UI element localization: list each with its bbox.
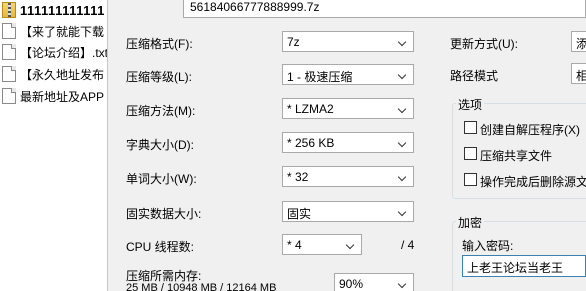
sfx-label: 创建自解压程序(X) bbox=[480, 123, 580, 137]
chevron-down-icon bbox=[346, 238, 356, 250]
file-name: 最新地址及APP bbox=[20, 89, 105, 104]
path-mode-select[interactable]: 相 bbox=[571, 63, 586, 84]
word-label: 单词大小(W): bbox=[126, 172, 197, 186]
file-explorer-panel: 111111111111 【来了就能下载 【论坛介绍】.txt 【永久地址发布 … bbox=[0, 0, 108, 291]
list-item[interactable]: 111111111111 bbox=[0, 0, 107, 20]
chevron-down-icon bbox=[398, 170, 408, 182]
chevron-down-icon bbox=[398, 68, 408, 80]
shared-checkbox[interactable] bbox=[464, 147, 477, 160]
cpu-max: / 4 bbox=[401, 238, 415, 252]
method-select[interactable]: * LZMA2 bbox=[282, 98, 414, 119]
list-item[interactable]: 最新地址及APP bbox=[0, 86, 107, 106]
solid-select[interactable]: 固实 bbox=[282, 201, 414, 222]
archive-icon bbox=[2, 2, 16, 18]
format-label: 压缩格式(F): bbox=[126, 37, 193, 51]
update-mode-label: 更新方式(U): bbox=[450, 37, 518, 51]
update-mode-select[interactable]: 添 bbox=[571, 31, 586, 52]
memory-percent-value: 90% bbox=[339, 277, 364, 291]
path-mode-value: 相 bbox=[576, 69, 586, 83]
cpu-label: CPU 线程数: bbox=[126, 240, 195, 254]
chevron-down-icon bbox=[398, 136, 408, 148]
archive-name-field[interactable]: 56184066777888999.7z bbox=[183, 0, 586, 18]
shared-label: 压缩共享文件 bbox=[480, 149, 553, 163]
path-mode-label: 路径模式 bbox=[450, 69, 499, 83]
file-name: 【来了就能下载 bbox=[20, 24, 105, 39]
delete-after-checkbox[interactable] bbox=[464, 173, 477, 186]
document-icon bbox=[2, 23, 16, 39]
list-item[interactable]: 【来了就能下载 bbox=[0, 21, 107, 41]
update-mode-value: 添 bbox=[576, 37, 586, 51]
format-value: 7z bbox=[287, 35, 300, 49]
chevron-down-icon bbox=[398, 277, 408, 289]
file-name: 【永久地址发布 bbox=[20, 67, 105, 82]
chevron-down-icon bbox=[398, 35, 408, 47]
level-value: 1 - 极速压缩 bbox=[287, 70, 353, 84]
delete-after-label: 操作完成后删除源文 bbox=[480, 175, 586, 189]
add-to-archive-dialog: 56184066777888999.7z 压缩格式(F): 7z 压缩等级(L)… bbox=[109, 0, 586, 291]
chevron-down-icon bbox=[398, 205, 408, 217]
solid-label: 固实数据大小: bbox=[126, 207, 202, 221]
method-label: 压缩方法(M): bbox=[126, 104, 196, 118]
method-value: * LZMA2 bbox=[287, 102, 334, 116]
level-label: 压缩等级(L): bbox=[126, 70, 193, 84]
memory-detail: 25 MB / 10948 MB / 12164 MB bbox=[126, 282, 277, 291]
dict-value: * 256 KB bbox=[287, 136, 335, 150]
list-item[interactable]: 【永久地址发布 bbox=[0, 64, 107, 84]
list-item[interactable]: 【论坛介绍】.txt bbox=[0, 42, 108, 62]
cpu-value: * 4 bbox=[287, 238, 302, 252]
level-select[interactable]: 1 - 极速压缩 bbox=[282, 64, 414, 85]
options-title: 选项 bbox=[456, 96, 485, 113]
dict-select[interactable]: * 256 KB bbox=[282, 132, 414, 153]
document-icon bbox=[2, 44, 16, 60]
memory-percent-select[interactable]: 90% bbox=[334, 273, 414, 291]
chevron-down-icon bbox=[398, 102, 408, 114]
sfx-checkbox[interactable] bbox=[464, 121, 477, 134]
word-select[interactable]: * 32 bbox=[282, 166, 414, 187]
file-name: 111111111111 bbox=[20, 2, 105, 18]
file-name: 【论坛介绍】.txt bbox=[20, 45, 108, 60]
solid-value: 固实 bbox=[287, 207, 312, 221]
password-field[interactable]: 上老王论坛当老王 bbox=[462, 255, 586, 277]
format-select[interactable]: 7z bbox=[282, 31, 414, 52]
dict-label: 字典大小(D): bbox=[126, 138, 194, 152]
document-icon bbox=[2, 88, 16, 104]
document-icon bbox=[2, 66, 16, 82]
encryption-title: 加密 bbox=[456, 214, 485, 231]
cpu-select[interactable]: * 4 bbox=[282, 234, 362, 255]
password-label: 输入密码: bbox=[462, 239, 514, 253]
word-value: * 32 bbox=[287, 170, 309, 184]
